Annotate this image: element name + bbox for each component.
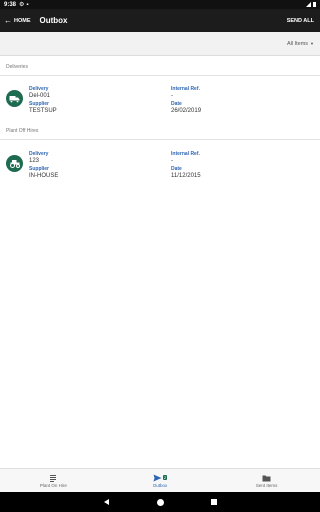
tab-outbox[interactable]: 2 Outbox xyxy=(107,469,214,492)
filter-bar: All Items ▼ xyxy=(0,32,320,56)
outbox-count-badge: 2 xyxy=(162,475,168,480)
app-bar: ← HOME Outbox SEND ALL xyxy=(0,9,320,32)
internal-ref-label: Internal Ref. xyxy=(171,151,200,157)
divider xyxy=(0,75,320,76)
home-button-label: HOME xyxy=(14,17,31,24)
chevron-down-icon: ▼ xyxy=(310,41,314,46)
supplier-value: TESTSUP xyxy=(29,108,57,114)
truck-icon xyxy=(6,90,23,107)
system-recents-button[interactable] xyxy=(209,497,219,507)
home-circle-icon xyxy=(156,498,164,506)
delivery-label: Delivery xyxy=(29,151,49,157)
home-button[interactable]: ← HOME xyxy=(4,15,31,25)
list-icon xyxy=(49,473,57,482)
system-navigation-bar xyxy=(0,492,320,512)
back-triangle-icon xyxy=(103,499,109,505)
internal-ref-value: - xyxy=(171,158,173,164)
delivery-value: Del-001 xyxy=(29,93,51,99)
folder-icon xyxy=(262,473,271,482)
tab-plant-on-hire[interactable]: Plant On Hire xyxy=(0,469,107,492)
tab-label: Sent Items xyxy=(255,483,278,488)
system-home-button[interactable] xyxy=(155,497,165,507)
tab-sent-items[interactable]: Sent Items xyxy=(213,469,320,492)
section-header-deliveries: Deliveries xyxy=(6,64,28,70)
list-item[interactable]: Delivery Del-001 Supplier TESTSUP Intern… xyxy=(0,84,320,124)
signal-icon xyxy=(306,2,311,7)
tractor-icon xyxy=(6,155,23,172)
status-time: 9:38 xyxy=(4,1,17,8)
tab-label: Plant On Hire xyxy=(39,483,67,488)
back-arrow-icon: ← xyxy=(4,15,12,25)
send-all-button[interactable]: SEND ALL xyxy=(287,18,314,24)
delivery-label: Delivery xyxy=(29,86,49,92)
notification-status-icon: ▪ xyxy=(26,1,29,8)
supplier-label: Supplier xyxy=(29,166,50,172)
supplier-value: IN-HOUSE xyxy=(29,173,59,179)
date-label: Date xyxy=(171,101,182,107)
tab-label: Outbox xyxy=(152,483,168,488)
supplier-label: Supplier xyxy=(29,101,50,107)
internal-ref-value: - xyxy=(171,93,173,99)
delivery-value: 123 xyxy=(29,158,40,164)
list-item[interactable]: Delivery 123 Supplier IN-HOUSE Internal … xyxy=(0,149,320,189)
date-label: Date xyxy=(171,166,182,172)
system-back-button[interactable] xyxy=(101,497,111,507)
items-filter-dropdown[interactable]: All Items ▼ xyxy=(287,41,314,47)
bottom-navigation: Plant On Hire 2 Outbox Sent Items xyxy=(0,468,320,492)
date-value: 11/12/2015 xyxy=(171,173,201,179)
filter-selected-value: All Items xyxy=(286,40,309,47)
divider xyxy=(0,139,320,140)
date-value: 26/02/2019 xyxy=(171,108,202,114)
status-bar: 9:38 ⚙ ▪ xyxy=(0,0,320,9)
recents-square-icon xyxy=(211,499,217,505)
internal-ref-label: Internal Ref. xyxy=(171,86,200,92)
page-title: Outbox xyxy=(39,16,68,25)
battery-icon xyxy=(313,2,316,7)
section-header-plant-off-hires: Plant Off Hires xyxy=(6,128,39,134)
settings-status-icon: ⚙ xyxy=(19,2,25,8)
